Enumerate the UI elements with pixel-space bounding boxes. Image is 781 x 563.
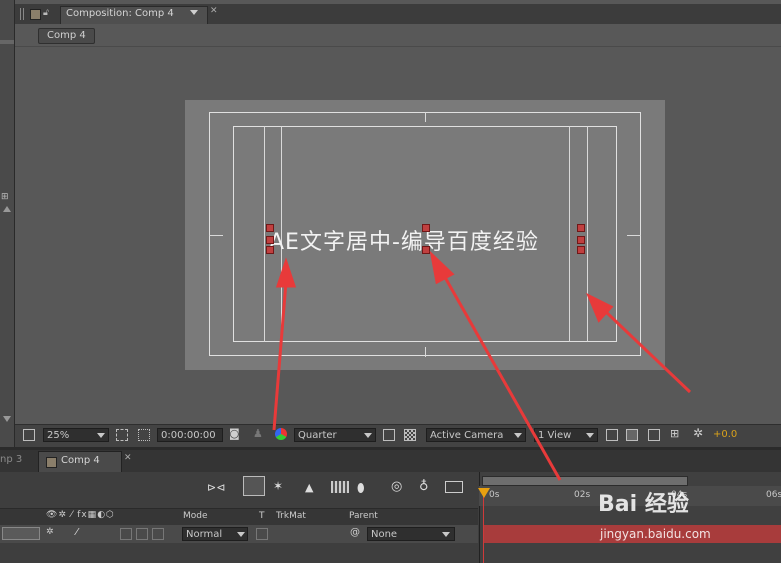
column-parent[interactable]: Parent <box>349 511 378 521</box>
current-time-indicator-head[interactable] <box>478 488 490 498</box>
toggle-pixel-aspect-icon[interactable] <box>606 429 618 441</box>
ruler-tick-label: 0s <box>489 490 500 500</box>
bounding-handle[interactable] <box>577 224 585 232</box>
breadcrumb <box>15 24 781 47</box>
center-tick <box>209 235 223 236</box>
baidu-watermark-logo: Bai 经验 <box>598 492 689 517</box>
guide-line <box>264 126 265 342</box>
bounding-handle[interactable] <box>266 246 274 254</box>
show-snapshot-icon[interactable]: ♟ <box>253 427 263 440</box>
bounding-handle[interactable] <box>577 246 585 254</box>
composition-tab-label: Composition: Comp 4 <box>66 8 174 19</box>
view-value: 1 View <box>538 430 572 441</box>
chevron-down-icon <box>586 433 594 438</box>
lock-icon[interactable]: 🔓︎ <box>43 8 51 18</box>
composition-icon <box>30 9 41 20</box>
layer-name-field[interactable] <box>2 527 40 540</box>
close-icon[interactable]: ✕ <box>210 6 218 16</box>
graph-editor-icon[interactable]: ◎ <box>391 479 402 494</box>
shy-switch-icon[interactable]: ✲ <box>46 527 54 537</box>
pick-whip-icon[interactable]: @ <box>350 527 360 538</box>
chevron-down-icon <box>364 433 372 438</box>
text-layer[interactable]: AE文字居中-编导百度经验 <box>269 224 539 256</box>
hide-shy-icon[interactable]: ✶ <box>273 479 283 493</box>
ruler-tick-label: 02s <box>574 490 591 500</box>
column-trkmat[interactable]: TrkMat <box>276 511 306 521</box>
timeline-tab-label: Comp 4 <box>61 455 100 466</box>
column-t[interactable]: T <box>259 511 265 521</box>
chevron-down-icon <box>514 433 522 438</box>
timeline-tools <box>0 474 478 504</box>
transparency-grid-icon[interactable] <box>404 429 416 441</box>
center-tick <box>425 112 426 122</box>
switch-box[interactable] <box>152 528 164 540</box>
camera-dropdown[interactable]: Active Camera <box>426 428 526 442</box>
timecode-display[interactable]: 0:00:00:00 <box>157 428 223 442</box>
fast-previews-icon[interactable] <box>626 429 638 441</box>
zoom-value: 25% <box>47 430 70 441</box>
blend-mode-value: Normal <box>186 529 223 540</box>
switches-icons: 👁︎✲ ⁄ fx▦◐⬡ <box>46 510 115 520</box>
motion-blur-icon[interactable] <box>331 481 349 493</box>
composition-toolbar <box>15 424 781 447</box>
chevron-down-icon <box>97 433 105 438</box>
timeline-tab-previous[interactable]: np 3 <box>0 454 22 465</box>
switch-box[interactable] <box>120 528 132 540</box>
close-icon[interactable]: ✕ <box>124 453 132 463</box>
frame-blending-icon[interactable]: ▲ <box>305 481 313 494</box>
column-mode[interactable]: Mode <box>183 511 208 521</box>
chevron-down-icon <box>442 532 450 537</box>
comp-mini-flowchart-icon[interactable]: ⊳⊲ <box>207 481 225 494</box>
quality-switch-icon[interactable]: ⁄ <box>76 527 78 538</box>
snapshot-icon[interactable] <box>445 481 463 493</box>
baidu-watermark-url: jingyan.baidu.com <box>600 527 711 541</box>
flowchart-icon[interactable]: ⊞ <box>1 192 9 202</box>
scroll-up-icon[interactable] <box>3 206 11 212</box>
bounding-handle[interactable] <box>266 224 274 232</box>
left-panel-strip <box>0 0 15 447</box>
current-time-indicator[interactable] <box>483 488 484 563</box>
draft-3d-icon[interactable] <box>243 476 265 496</box>
center-tick <box>627 235 641 236</box>
center-tick <box>425 347 426 357</box>
resolution-value: Quarter <box>298 430 337 441</box>
bounding-handle[interactable] <box>422 246 430 254</box>
tab-menu-icon[interactable] <box>190 10 198 15</box>
exposure-value[interactable]: +0.0 <box>713 429 737 440</box>
chevron-down-icon <box>237 532 245 537</box>
fit-icon[interactable] <box>116 429 128 441</box>
timecode-value: 0:00:00:00 <box>161 430 216 441</box>
preview-icon[interactable] <box>23 429 35 441</box>
guide-line <box>587 126 588 342</box>
ruler-tick-label: 06s <box>766 490 781 500</box>
work-area-bar[interactable] <box>482 476 688 486</box>
timeline-icon[interactable] <box>648 429 660 441</box>
panel-grip-icon[interactable] <box>20 8 26 20</box>
reset-exposure-icon[interactable]: ✲ <box>693 426 703 440</box>
scroll-down-icon[interactable] <box>3 416 11 422</box>
breadcrumb-item-comp[interactable]: Comp 4 <box>38 28 95 44</box>
bounding-handle[interactable] <box>266 236 274 244</box>
camera-value: Active Camera <box>430 430 504 441</box>
color-channel-icon[interactable] <box>275 428 287 440</box>
composition-icon <box>46 457 57 468</box>
preserve-transparency-box[interactable] <box>256 528 268 540</box>
switch-box[interactable] <box>136 528 148 540</box>
parent-value: None <box>371 529 398 540</box>
region-icon[interactable] <box>383 429 395 441</box>
region-of-interest-icon[interactable] <box>138 429 150 441</box>
bounding-handle[interactable] <box>422 224 430 232</box>
left-panel-divider <box>0 40 14 44</box>
flowchart-icon[interactable]: ⊞ <box>670 427 679 440</box>
auto-keyframe-icon[interactable]: ♁ <box>419 479 429 494</box>
camera-snapshot-icon[interactable]: ◙ <box>229 427 240 440</box>
brainstorm-icon[interactable]: ⬮ <box>357 481 365 496</box>
bounding-handle[interactable] <box>577 236 585 244</box>
guide-line <box>569 126 570 342</box>
